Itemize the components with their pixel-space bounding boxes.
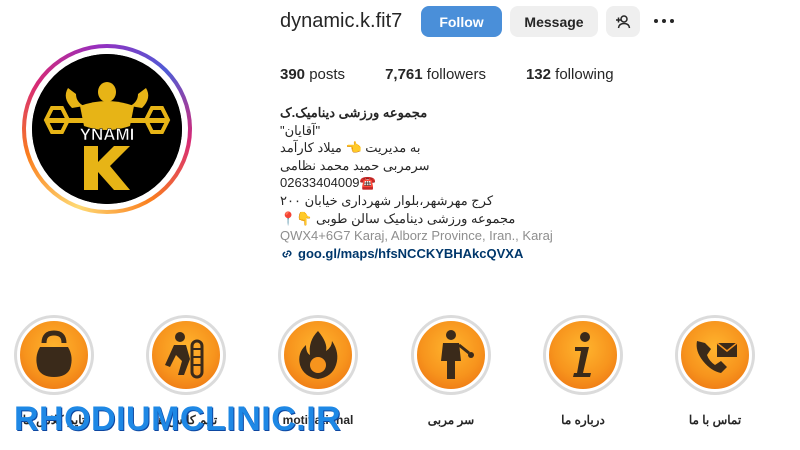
highlight-cover [414, 318, 488, 392]
add-person-icon [616, 14, 631, 28]
workout-icon [165, 332, 204, 379]
bio-line: سرمربی حمید محمد نظامی [280, 157, 430, 173]
profile-stats: 390 posts 7,761 followers 132 following [280, 66, 654, 83]
bio-address[interactable]: QWX4+6G7 Karaj, Alborz Province, Iran., … [280, 227, 580, 245]
following-count: 132 [525, 66, 551, 83]
posts-count: 390 [280, 66, 306, 83]
flame-icon [299, 331, 338, 379]
message-button[interactable]: Message [510, 6, 598, 37]
highlight-label: سر مربی [427, 413, 475, 427]
highlight-ring [14, 315, 94, 395]
highlight-item[interactable]: درباره ما [540, 315, 626, 427]
highlight-cover [546, 318, 620, 392]
bio-line: به مدیریت 👈 میلاد کارآمد [280, 140, 421, 156]
bio-link[interactable]: goo.gl/maps/hfsNCCKYBHAkcQVXA [280, 245, 580, 263]
followers-count: 7,761 [385, 66, 423, 83]
bio-name: مجموعه ورزشی دینامیک.ک [280, 105, 428, 120]
link-icon [282, 250, 292, 258]
highlight-cover [17, 318, 91, 392]
more-options-icon[interactable] [652, 12, 676, 30]
highlight-cover [678, 318, 752, 392]
highlight-label: درباره ما [561, 413, 605, 427]
watermark-text: RHODIUMCLINIC.IR [14, 400, 342, 438]
highlight-item[interactable]: تماس با ما [672, 315, 758, 427]
coach-icon [441, 330, 474, 379]
highlight-cover [281, 318, 355, 392]
highlight-ring [278, 315, 358, 395]
profile-bio: مجموعه ورزشی دینامیک.ک "آقایان" به مدیری… [280, 104, 580, 262]
bio-link-text: goo.gl/maps/hfsNCCKYBHAkcQVXA [298, 245, 524, 261]
highlight-ring [146, 315, 226, 395]
info-icon [573, 332, 591, 377]
highlight-item[interactable]: سر مربی [408, 315, 494, 427]
highlight-ring [411, 315, 491, 395]
follow-button[interactable]: Follow [421, 6, 502, 37]
profile-avatar[interactable]: YNAMI [32, 54, 182, 204]
posts-stat: 390 posts [280, 66, 345, 83]
bio-phone: 02633404009☎️ [280, 175, 376, 191]
kettlebell-icon [36, 330, 72, 377]
followers-stat[interactable]: 7,761 followers [385, 66, 486, 83]
bio-line: کرج مهرشهر،بلوار شهرداری خیابان ۲۰۰ [280, 192, 494, 208]
highlight-ring [675, 315, 755, 395]
highlight-ring [543, 315, 623, 395]
highlight-label: تماس با ما [688, 413, 742, 427]
profile-avatar-ring[interactable]: YNAMI [22, 44, 192, 214]
posts-label: posts [309, 66, 346, 83]
bio-line: مجموعه ورزشی دینامیک سالن طوبی 👇📍 [280, 210, 516, 226]
avatar-logo-text: YNAMI [80, 125, 135, 144]
suggest-user-button[interactable] [606, 6, 640, 37]
following-label: following [555, 66, 614, 83]
contact-icon [696, 341, 738, 373]
profile-username: dynamic.k.fit7 [280, 10, 403, 32]
profile-avatar-border: YNAMI [26, 48, 188, 210]
bio-line: "آقایان" [280, 122, 321, 138]
followers-label: followers [426, 66, 486, 83]
following-stat[interactable]: 132 following [526, 66, 614, 83]
highlight-cover [149, 318, 223, 392]
avatar-logo-icon: YNAMI [32, 54, 182, 204]
